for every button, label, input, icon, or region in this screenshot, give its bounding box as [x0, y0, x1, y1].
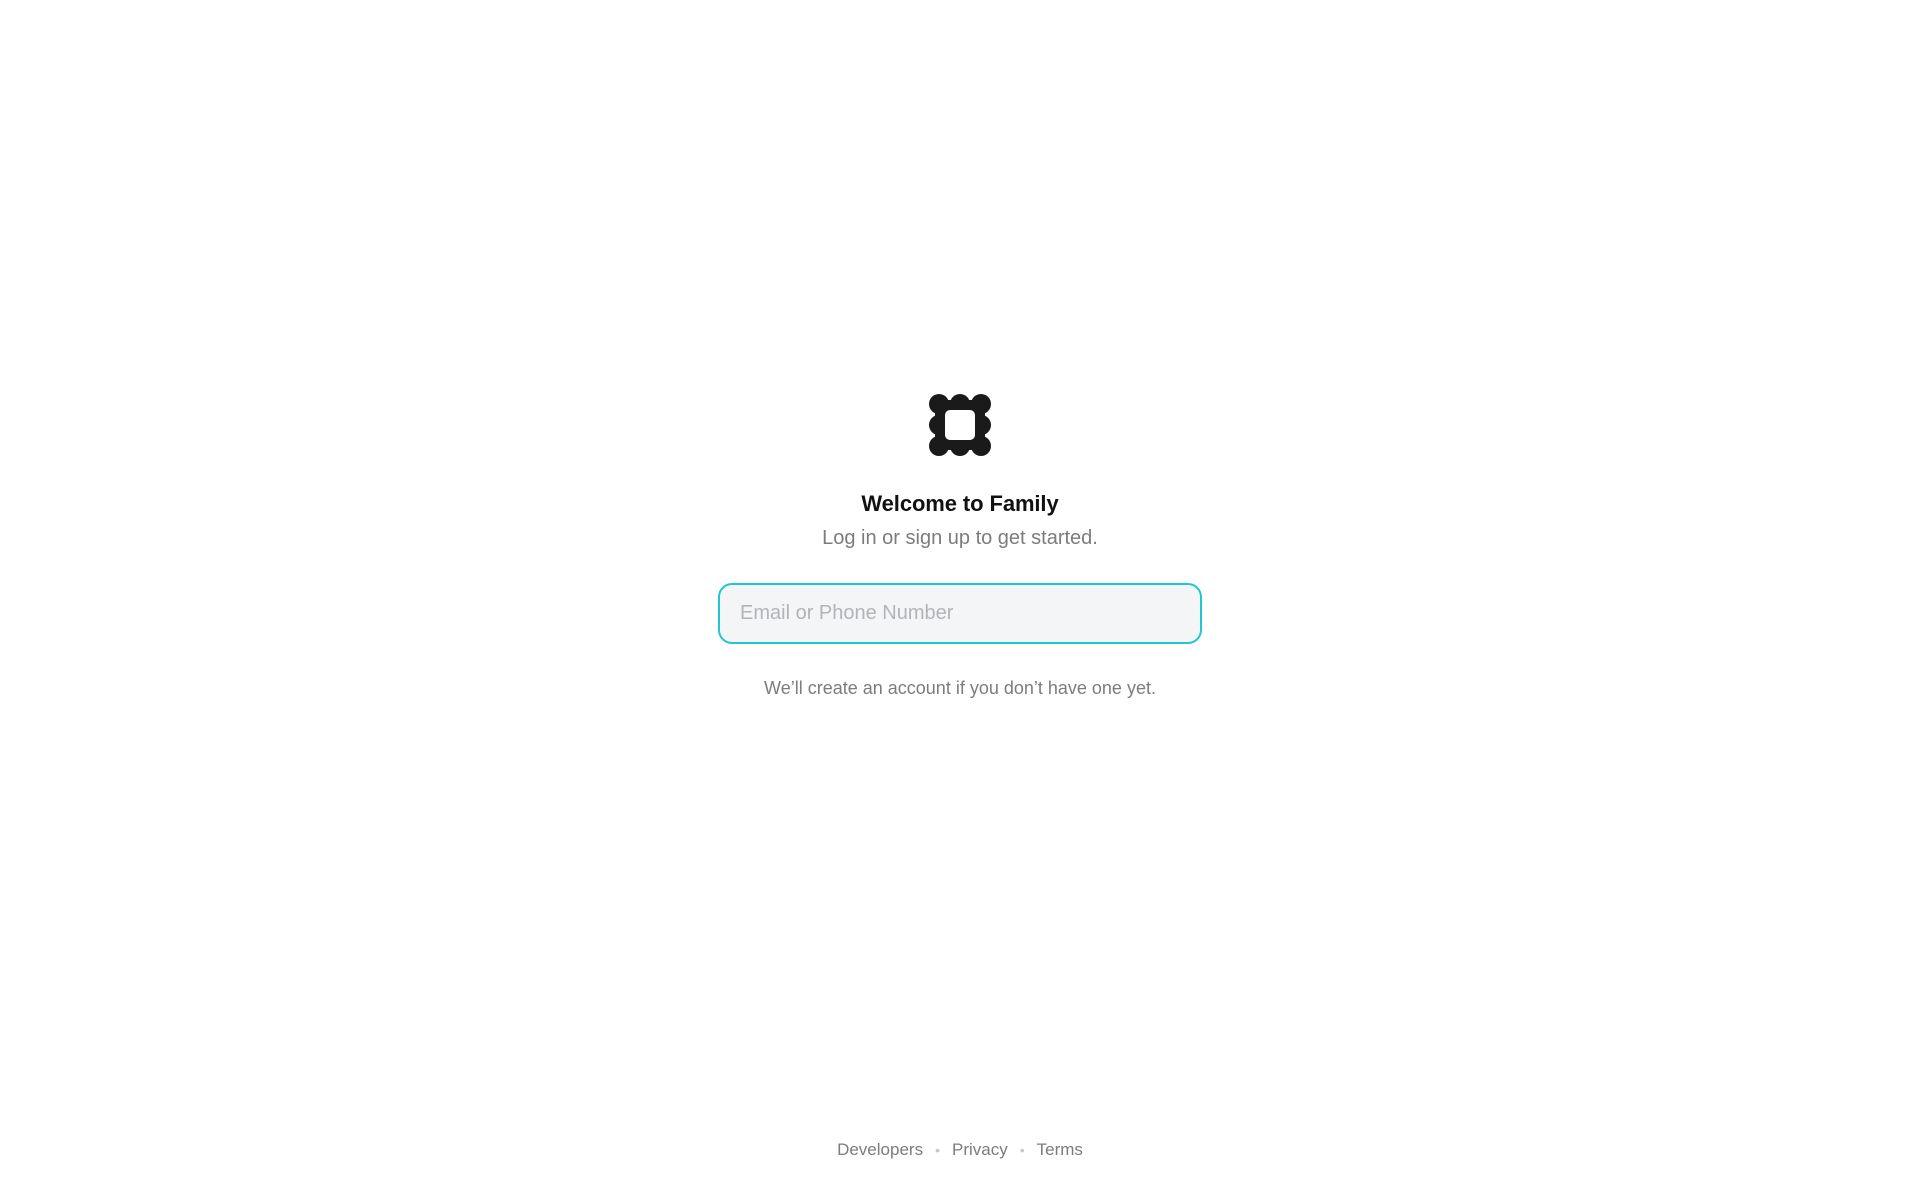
page-title: Welcome to Family	[861, 491, 1059, 516]
family-logo-icon	[929, 394, 991, 456]
page-subtitle: Log in or sign up to get started.	[822, 527, 1098, 549]
email-phone-field-container[interactable]	[718, 583, 1202, 644]
footer-separator: •	[1019, 1142, 1025, 1158]
footer-links: Developers • Privacy • Terms	[0, 1140, 1920, 1160]
footer-separator: •	[935, 1142, 940, 1158]
login-page: Welcome to Family Log in or sign up to g…	[0, 0, 1920, 1200]
footer-link-terms[interactable]: Terms	[1037, 1140, 1083, 1160]
account-hint-text: We’ll create an account if you don’t hav…	[764, 678, 1156, 698]
footer-link-privacy[interactable]: Privacy	[952, 1140, 1008, 1160]
footer-link-developers[interactable]: Developers	[837, 1140, 923, 1160]
email-phone-input[interactable]	[720, 585, 1200, 642]
